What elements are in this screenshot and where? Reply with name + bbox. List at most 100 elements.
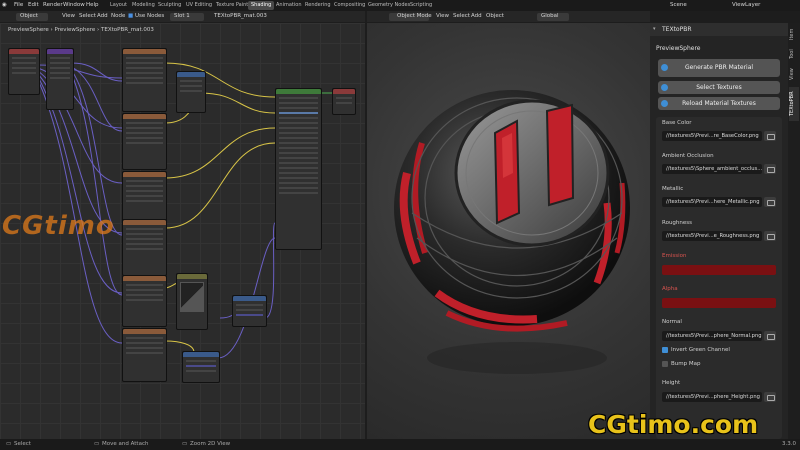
blender-version: 3.3.0 xyxy=(782,441,796,447)
height-path-field[interactable]: //textures5\Previ...phere_Height.png xyxy=(662,392,762,402)
top-menu-bar: ◉ File Edit Render Window Help Layout Mo… xyxy=(0,0,800,11)
alpha-color-swatch[interactable] xyxy=(662,298,776,308)
scene-selector[interactable]: Scene xyxy=(670,2,687,8)
material-output-node[interactable] xyxy=(332,88,356,115)
tab-textopbr[interactable]: TEXtoPBR xyxy=(789,87,799,121)
select-textures-button[interactable]: Select Textures xyxy=(658,81,780,94)
tab-tool[interactable]: Tool xyxy=(789,47,799,61)
normal-map-node[interactable] xyxy=(232,295,267,327)
status-move: Move and Attach xyxy=(102,441,149,447)
status-bar: ▭ Select ▭ Move and Attach ▭ Zoom 2D Vie… xyxy=(0,439,800,450)
workspace-tab-layout[interactable]: Layout xyxy=(110,2,127,8)
principled-bsdf-node[interactable] xyxy=(275,88,322,250)
menu-view[interactable]: View xyxy=(62,13,75,19)
image-texture-node-basecolor[interactable] xyxy=(122,48,167,112)
viewport-menu-select[interactable]: Select xyxy=(453,13,470,19)
folder-icon[interactable] xyxy=(764,331,776,341)
basecolor-path-field[interactable]: //textures5\Previ...re_BaseColor.png xyxy=(662,131,762,141)
bump-node[interactable] xyxy=(182,351,220,383)
reload-textures-button[interactable]: Reload Material Textures xyxy=(658,97,780,110)
texture-coordinate-node[interactable] xyxy=(8,48,40,95)
invert-green-label: Invert Green Channel xyxy=(671,347,730,353)
menu-select[interactable]: Select xyxy=(79,13,96,19)
preview-sphere-render xyxy=(394,90,630,374)
workspace-tab-animation[interactable]: Animation xyxy=(276,2,302,8)
viewport-menu-add[interactable]: Add xyxy=(471,13,482,19)
3d-viewport[interactable] xyxy=(367,23,650,439)
sidebar-tabs: Item Tool View TEXtoPBR xyxy=(788,23,800,439)
menu-edit[interactable]: Edit xyxy=(28,2,39,8)
ao-mix-node[interactable] xyxy=(176,71,206,113)
menu-node[interactable]: Node xyxy=(111,13,125,19)
object-mode-dropdown[interactable]: Object xyxy=(20,13,38,19)
n-panel-sidebar: ▾ TEXtoPBR PreviewSphere Generate PBR Ma… xyxy=(650,23,788,439)
rgb-curves-node[interactable] xyxy=(176,273,208,330)
viewport-header: Object Mode View Select Add Object Globa… xyxy=(367,11,650,22)
reload-textures-label: Reload Material Textures xyxy=(682,100,756,107)
workspace-tab-sculpting[interactable]: Sculpting xyxy=(158,2,181,8)
node-editor-canvas[interactable]: PreviewSphere › PreviewSphere › TEXtoPBR… xyxy=(0,23,365,439)
roughness-label: Roughness xyxy=(662,220,693,226)
workspace-tab-rendering[interactable]: Rendering xyxy=(305,2,331,8)
view-layer-selector[interactable]: ViewLayer xyxy=(732,2,760,8)
image-texture-node-height[interactable] xyxy=(122,328,167,382)
workspace-tab-texture-paint[interactable]: Texture Paint xyxy=(216,2,248,8)
ao-path-field[interactable]: //textures5\Sphere_ambient_occlus... xyxy=(662,164,762,174)
invert-green-checkbox[interactable] xyxy=(662,347,668,353)
panel-header[interactable]: ▾ TEXtoPBR xyxy=(650,23,788,36)
tab-view[interactable]: View xyxy=(789,67,799,81)
workspace-tab-modeling[interactable]: Modeling xyxy=(132,2,155,8)
normal-path-field[interactable]: //textures5\Previ...phere_Normal.png xyxy=(662,331,762,341)
ao-label: Ambient Occlusion xyxy=(662,153,714,159)
object-mode-dropdown-viewport[interactable]: Object Mode xyxy=(397,13,432,19)
tab-item[interactable]: Item xyxy=(789,27,799,41)
workspace-tab-geometry-nodes[interactable]: Geometry Nodes xyxy=(368,2,410,8)
workspace-tab-shading[interactable]: Shading xyxy=(248,1,275,10)
menu-render[interactable]: Render xyxy=(43,2,63,8)
image-texture-node-normal[interactable] xyxy=(122,275,167,327)
generate-icon xyxy=(661,64,668,71)
menu-add[interactable]: Add xyxy=(97,13,108,19)
alpha-label: Alpha xyxy=(662,286,678,292)
viewport-menu-view[interactable]: View xyxy=(436,13,449,19)
generate-pbr-button[interactable]: Generate PBR Material xyxy=(658,59,780,77)
folder-icon[interactable] xyxy=(764,164,776,174)
use-nodes-checkbox-icon[interactable]: ■ xyxy=(128,13,133,19)
slot-dropdown[interactable]: Slot 1 xyxy=(174,13,190,19)
workspace-tab-uv-editing[interactable]: UV Editing xyxy=(186,2,212,8)
bump-map-checkbox[interactable] xyxy=(662,361,668,367)
emission-color-swatch[interactable] xyxy=(662,265,776,275)
image-texture-node-roughness[interactable] xyxy=(122,219,167,276)
select-textures-icon xyxy=(661,84,668,91)
material-name-field[interactable]: TEXtoPBR_mat.003 xyxy=(214,13,267,19)
menu-file[interactable]: File xyxy=(14,2,23,8)
image-texture-node-ao[interactable] xyxy=(122,113,167,170)
status-zoom: Zoom 2D View xyxy=(190,441,231,447)
watermark-logo-left: CGtimo xyxy=(2,211,115,241)
roughness-path-field[interactable]: //textures5\Previ...e_Roughness.png xyxy=(662,231,762,241)
folder-icon[interactable] xyxy=(764,231,776,241)
blender-logo-icon[interactable]: ◉ xyxy=(2,2,7,8)
transform-orientation-dropdown[interactable]: Global xyxy=(541,13,559,19)
metallic-path-field[interactable]: //textures5\Previ...here_Metallic.png xyxy=(662,197,762,207)
panel-title: TEXtoPBR xyxy=(662,26,692,33)
folder-icon[interactable] xyxy=(764,197,776,207)
mapping-node[interactable] xyxy=(46,48,74,110)
mouse-right-icon: ▭ xyxy=(182,441,188,447)
bump-map-label: Bump Map xyxy=(671,361,701,367)
metallic-label: Metallic xyxy=(662,186,684,192)
use-nodes-label: Use Nodes xyxy=(135,13,165,19)
workspace-tab-compositing[interactable]: Compositing xyxy=(334,2,365,8)
workspace-tab-scripting[interactable]: Scripting xyxy=(410,2,432,8)
menu-help[interactable]: Help xyxy=(86,2,99,8)
collapse-chevron-icon[interactable]: ▾ xyxy=(653,26,656,32)
status-select: Select xyxy=(14,441,31,447)
folder-icon[interactable] xyxy=(764,131,776,141)
height-label: Height xyxy=(662,380,681,386)
menu-window[interactable]: Window xyxy=(63,2,85,8)
reload-icon xyxy=(661,100,668,107)
folder-icon[interactable] xyxy=(764,392,776,402)
watermark-text-right: CGtimo.com xyxy=(588,410,759,439)
generate-pbr-label: Generate PBR Material xyxy=(684,64,754,71)
viewport-menu-object[interactable]: Object xyxy=(486,13,504,19)
